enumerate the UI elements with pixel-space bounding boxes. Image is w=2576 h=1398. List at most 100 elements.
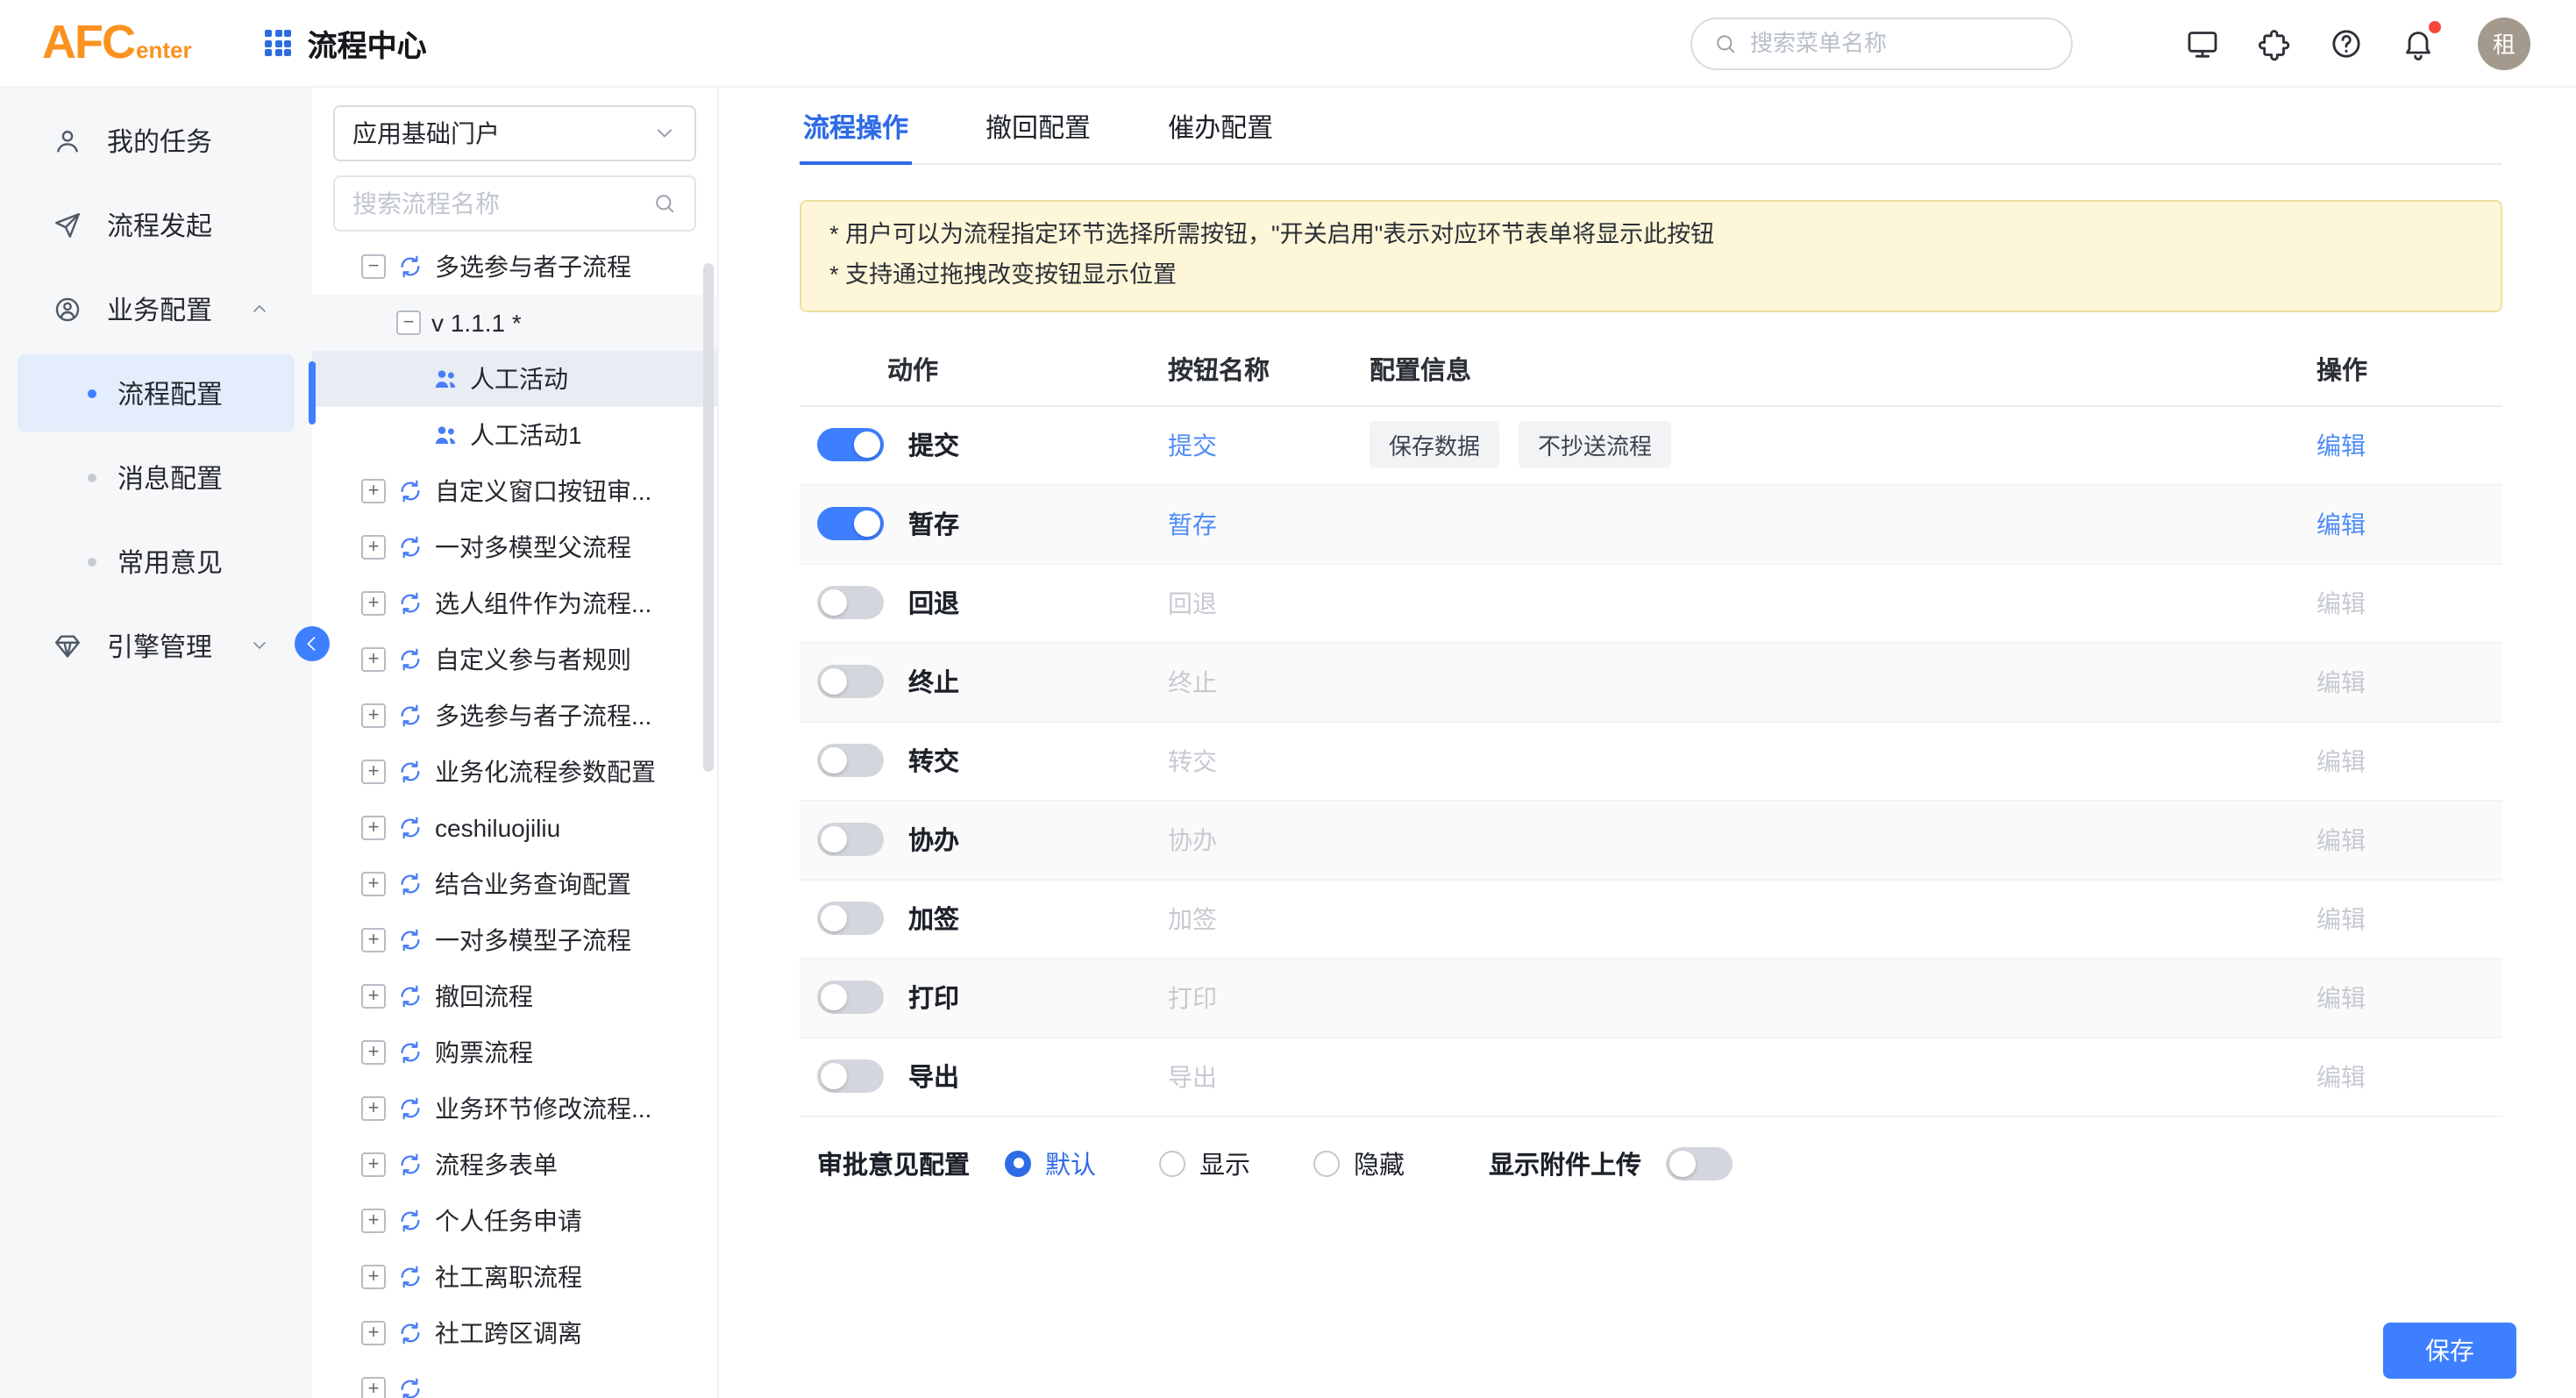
- edit-link[interactable]: 编辑: [2316, 428, 2502, 463]
- tree-item-3[interactable]: 人工活动1: [312, 407, 717, 463]
- help-icon[interactable]: [2329, 25, 2364, 61]
- expand-plus-icon[interactable]: +: [361, 1209, 386, 1233]
- toggle-off[interactable]: [817, 824, 884, 857]
- expand-plus-icon[interactable]: +: [361, 1321, 386, 1345]
- tree-item-19[interactable]: + 社工跨区调离: [312, 1305, 717, 1361]
- monitor-icon[interactable]: [2185, 25, 2220, 61]
- column-header: 按钮名称: [1168, 351, 1370, 388]
- search-icon: [1713, 31, 1738, 55]
- activity-icon: [431, 421, 459, 449]
- notification-bell-icon[interactable]: [2401, 25, 2436, 61]
- expand-plus-icon[interactable]: +: [361, 1040, 386, 1065]
- toggle-off[interactable]: [817, 902, 884, 936]
- radio-option-0[interactable]: 默认: [1005, 1145, 1096, 1182]
- expand-plus-icon[interactable]: +: [361, 984, 386, 1009]
- expand-plus-icon[interactable]: +: [361, 1265, 386, 1289]
- collapse-sidebar-button[interactable]: [295, 626, 330, 661]
- tree-item-8[interactable]: +多选参与者子流程...: [312, 688, 717, 744]
- tree-item-6[interactable]: +选人组件作为流程...: [312, 575, 717, 631]
- tree-item-16[interactable]: +流程多表单: [312, 1137, 717, 1193]
- button-name[interactable]: 提交: [1168, 428, 1370, 463]
- sidebar-item-2[interactable]: 业务配置: [18, 270, 295, 347]
- tab-2[interactable]: 催办配置: [1164, 102, 1277, 163]
- application-select[interactable]: 应用基础门户: [333, 105, 696, 161]
- radio-option-2[interactable]: 隐藏: [1313, 1145, 1405, 1182]
- tree-item-13[interactable]: +撤回流程: [312, 968, 717, 1024]
- expand-plus-icon[interactable]: +: [361, 535, 386, 560]
- edit-link[interactable]: 编辑: [2316, 507, 2502, 542]
- tree-item-17[interactable]: +个人任务申请: [312, 1193, 717, 1249]
- toggle-off[interactable]: [817, 587, 884, 620]
- process-icon: [396, 646, 424, 674]
- tab-1[interactable]: 撤回配置: [982, 102, 1094, 163]
- tree-item-1[interactable]: −v 1.1.1 *: [312, 295, 717, 351]
- save-button[interactable]: 保存: [2383, 1323, 2516, 1379]
- sidebar-subitem-2-0[interactable]: 流程配置: [18, 354, 295, 432]
- toggle-on[interactable]: [817, 508, 884, 541]
- tree-item-10[interactable]: +ceshiluojiliu: [312, 800, 717, 856]
- tree-item-5[interactable]: + 一对多模型父流程: [312, 519, 717, 575]
- collapse-minus-icon[interactable]: −: [361, 254, 386, 279]
- plugin-puzzle-icon[interactable]: [2257, 25, 2292, 61]
- toggle-off[interactable]: [817, 1060, 884, 1094]
- sidebar-subitem-2-2[interactable]: 常用意见: [18, 523, 295, 600]
- expand-plus-icon[interactable]: +: [361, 647, 386, 672]
- tree-item-4[interactable]: +自定义窗口按钮审...: [312, 463, 717, 519]
- sidebar-subitem-label: 常用意见: [117, 543, 223, 580]
- tree-item-12[interactable]: + 一对多模型子流程: [312, 912, 717, 968]
- sidebar-subitem-2-1[interactable]: 消息配置: [18, 439, 295, 516]
- sidebar-item-1[interactable]: 流程发起: [18, 186, 295, 263]
- table-row: 转交转交编辑: [800, 723, 2502, 802]
- apps-grid-icon[interactable]: [266, 30, 292, 56]
- toggle-off[interactable]: [817, 981, 884, 1015]
- collapse-minus-icon[interactable]: −: [396, 310, 421, 335]
- expand-plus-icon[interactable]: +: [361, 479, 386, 503]
- user-avatar[interactable]: 租: [2478, 17, 2530, 69]
- tree-item-20[interactable]: +: [312, 1361, 717, 1398]
- attachment-upload-toggle[interactable]: [1666, 1147, 1733, 1180]
- expand-plus-icon[interactable]: +: [361, 1377, 386, 1398]
- logo-text-sub: enter: [136, 37, 192, 63]
- expand-plus-icon[interactable]: +: [361, 928, 386, 952]
- expand-plus-icon[interactable]: +: [361, 872, 386, 896]
- tree-item-9[interactable]: +业务化流程参数配置: [312, 744, 717, 800]
- search-icon: [652, 191, 677, 216]
- tree-item-label: 社工跨区调离: [435, 1316, 582, 1351]
- edit-link: 编辑: [2316, 665, 2502, 700]
- tree-item-0[interactable]: −多选参与者子流程: [312, 239, 717, 295]
- process-search[interactable]: [333, 175, 696, 232]
- radio-option-1[interactable]: 显示: [1159, 1145, 1250, 1182]
- button-name[interactable]: 暂存: [1168, 507, 1370, 542]
- tree-item-7[interactable]: +自定义参与者规则: [312, 631, 717, 688]
- tree-item-14[interactable]: +购票流程: [312, 1024, 717, 1081]
- sidebar-item-label: 引擎管理: [107, 627, 212, 664]
- tree-item-label: 结合业务查询配置: [435, 867, 631, 902]
- sidebar-item-label: 流程发起: [107, 206, 212, 243]
- sidebar-item-3[interactable]: 引擎管理: [18, 607, 295, 684]
- tree-item-18[interactable]: +社工离职流程: [312, 1249, 717, 1305]
- tree-item-15[interactable]: +业务环节修改流程...: [312, 1081, 717, 1137]
- toggle-off[interactable]: [817, 745, 884, 778]
- process-search-input[interactable]: [352, 189, 652, 218]
- tree-scrollbar[interactable]: [703, 263, 714, 772]
- expand-plus-icon[interactable]: +: [361, 760, 386, 784]
- tree-item-label: 一对多模型子流程: [435, 923, 631, 958]
- expand-plus-icon[interactable]: +: [361, 703, 386, 728]
- sidebar-subitem-label: 流程配置: [117, 374, 223, 411]
- expand-plus-icon[interactable]: +: [361, 1096, 386, 1121]
- menu-search-input[interactable]: [1750, 30, 2050, 56]
- tree-item-2[interactable]: 人工活动: [312, 351, 717, 407]
- notification-badge: [2429, 20, 2441, 32]
- tree-item-11[interactable]: + 结合业务查询配置: [312, 856, 717, 912]
- expand-plus-icon[interactable]: +: [361, 816, 386, 840]
- toggle-off[interactable]: [817, 666, 884, 699]
- expand-plus-icon[interactable]: +: [361, 591, 386, 616]
- toggle-on[interactable]: [817, 429, 884, 462]
- expand-plus-icon[interactable]: +: [361, 1152, 386, 1177]
- sidebar-item-0[interactable]: 我的任务: [18, 102, 295, 179]
- table-row: 暂存暂存编辑: [800, 486, 2502, 565]
- tree-item-label: 一对多模型父流程: [435, 530, 631, 565]
- menu-search[interactable]: [1690, 17, 2073, 69]
- action-cell: 加签: [800, 901, 1168, 938]
- tab-0[interactable]: 流程操作: [800, 102, 912, 165]
